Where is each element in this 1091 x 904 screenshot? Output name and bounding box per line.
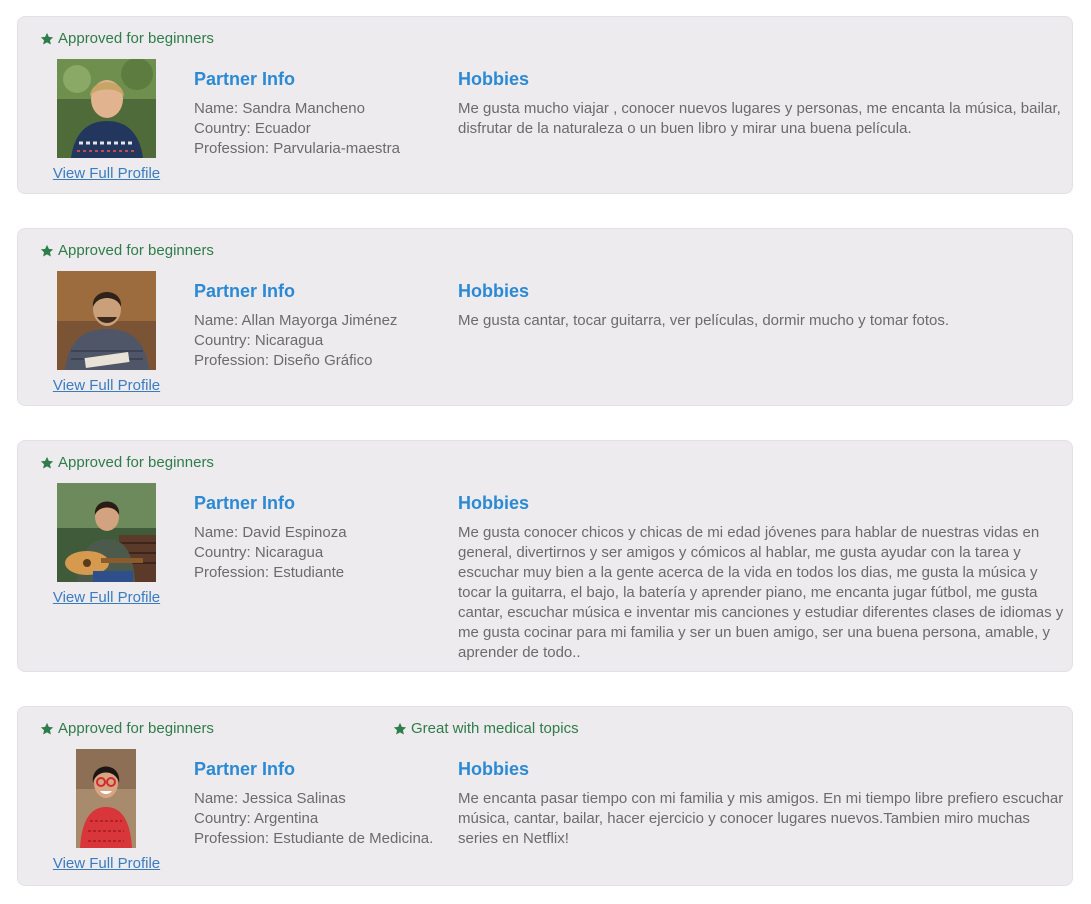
hobbies-text: Me gusta conocer chicos y chicas de mi e… xyxy=(458,524,1064,661)
hobbies-title: Hobbies xyxy=(458,493,530,513)
approved-badge: Approved for beginners xyxy=(40,242,214,260)
partner-name: Name: Allan Mayorga Jiménez xyxy=(194,312,398,329)
view-full-profile-link[interactable]: View Full Profile xyxy=(51,377,162,395)
partner-profession: Profession: Diseño Gráfico xyxy=(194,352,373,369)
badge-label: Approved for beginners xyxy=(58,242,214,259)
partner-card: Approved for beginners View Full Profile… xyxy=(17,440,1073,672)
hobbies-title: Hobbies xyxy=(458,281,530,301)
badge-label: Approved for beginners xyxy=(58,720,214,737)
hobbies-text: Me gusta mucho viajar , conocer nuevos l… xyxy=(458,100,1061,137)
partner-info: Name: David Espinoza Country: Nicaragua … xyxy=(194,523,347,583)
hobbies-text: Me gusta cantar, tocar guitarra, ver pel… xyxy=(458,312,950,329)
avatar[interactable] xyxy=(57,59,156,158)
approved-badge: Approved for beginners xyxy=(40,30,214,48)
partner-profession: Profession: Parvularia-maestra xyxy=(194,140,400,157)
view-full-profile-link[interactable]: View Full Profile xyxy=(51,855,162,873)
partner-info-title: Partner Info xyxy=(194,759,296,779)
medical-topics-badge: Great with medical topics xyxy=(393,720,579,738)
star-icon xyxy=(40,244,54,258)
partner-country: Country: Argentina xyxy=(194,810,319,827)
partner-info-title: Partner Info xyxy=(194,493,296,513)
partner-profession: Profession: Estudiante de Medicina. xyxy=(194,830,434,847)
partner-info-title: Partner Info xyxy=(194,69,296,89)
partner-name: Name: David Espinoza xyxy=(194,524,347,541)
hobbies-title: Hobbies xyxy=(458,759,530,779)
partner-country: Country: Ecuador xyxy=(194,120,311,137)
star-icon xyxy=(393,722,407,736)
star-icon xyxy=(40,456,54,470)
badge-label: Approved for beginners xyxy=(58,454,214,471)
avatar[interactable] xyxy=(57,483,156,582)
view-full-profile-link[interactable]: View Full Profile xyxy=(51,165,162,183)
star-icon xyxy=(40,32,54,46)
partner-name: Name: Jessica Salinas xyxy=(194,790,346,807)
approved-badge: Approved for beginners xyxy=(40,720,214,738)
avatar[interactable] xyxy=(57,271,156,370)
approved-badge: Approved for beginners xyxy=(40,454,214,472)
partner-country: Country: Nicaragua xyxy=(194,544,324,561)
partner-info: Name: Allan Mayorga Jiménez Country: Nic… xyxy=(194,311,397,371)
partner-info: Name: Sandra Mancheno Country: Ecuador P… xyxy=(194,99,400,159)
avatar[interactable] xyxy=(76,749,136,848)
badge-label: Great with medical topics xyxy=(411,720,579,737)
partner-card: Approved for beginners Great with medica… xyxy=(17,706,1073,886)
partner-info-title: Partner Info xyxy=(194,281,296,301)
hobbies-title: Hobbies xyxy=(458,69,530,89)
partner-card: Approved for beginners View Full Profile… xyxy=(17,228,1073,406)
view-full-profile-link[interactable]: View Full Profile xyxy=(51,589,162,607)
partner-profession: Profession: Estudiante xyxy=(194,564,345,581)
star-icon xyxy=(40,722,54,736)
partner-name: Name: Sandra Mancheno xyxy=(194,100,365,117)
partner-card: Approved for beginners View Full Profile… xyxy=(17,16,1073,194)
partner-country: Country: Nicaragua xyxy=(194,332,324,349)
badge-label: Approved for beginners xyxy=(58,30,214,47)
partner-info: Name: Jessica Salinas Country: Argentina… xyxy=(194,789,433,849)
hobbies-text: Me encanta pasar tiempo con mi familia y… xyxy=(458,790,1064,847)
